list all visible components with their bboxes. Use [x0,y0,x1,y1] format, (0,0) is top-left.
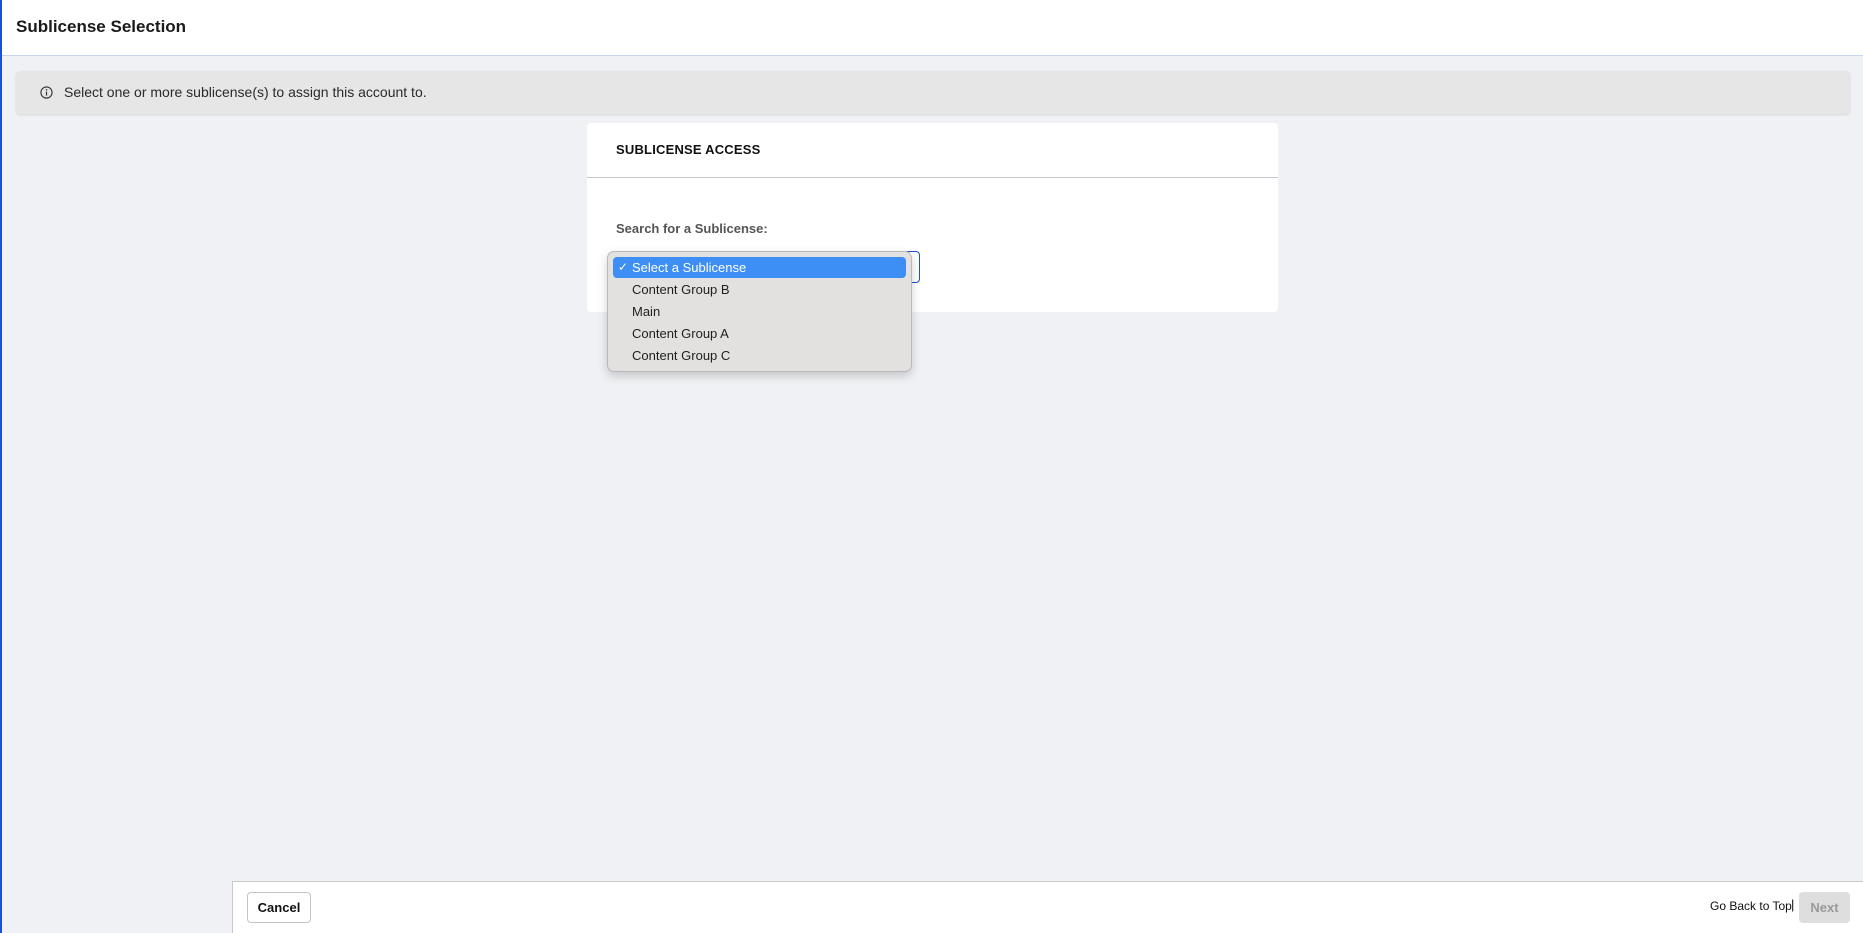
option-label: Main [632,304,661,319]
info-icon [40,86,53,99]
sublicense-dropdown-menu: ✓ Select a Sublicense Content Group B Ma… [607,251,912,372]
dropdown-option-main[interactable]: Main [613,301,906,322]
dropdown-option-select-a-sublicense[interactable]: ✓ Select a Sublicense [613,257,906,278]
go-back-to-top-link[interactable]: Go Back to Top [1710,899,1792,913]
option-label: Select a Sublicense [632,260,747,275]
option-label: Content Group B [632,282,730,297]
footer-action-bar: Cancel Go Back to Top | Next [232,881,1863,933]
page-header: Sublicense Selection [2,0,1863,56]
info-banner-text: Select one or more sublicense(s) to assi… [64,84,427,100]
left-accent-bar [0,0,2,933]
dropdown-option-content-group-b[interactable]: Content Group B [613,279,906,300]
option-label: Content Group A [632,326,729,341]
checkmark-icon: ✓ [618,260,629,274]
footer-separator: | [1791,897,1795,912]
option-label: Content Group C [632,348,731,363]
next-button[interactable]: Next [1799,892,1850,923]
info-banner: Select one or more sublicense(s) to assi… [16,71,1850,114]
cancel-button[interactable]: Cancel [247,892,311,923]
page-title: Sublicense Selection [16,17,187,36]
search-sublicense-label: Search for a Sublicense: [616,221,768,236]
dropdown-option-content-group-a[interactable]: Content Group A [613,323,906,344]
card-title: SUBLICENSE ACCESS [616,142,761,157]
card-header: SUBLICENSE ACCESS [587,123,1278,178]
dropdown-option-content-group-c[interactable]: Content Group C [613,345,906,366]
app-window: Sublicense Selection Select one or more … [0,0,1863,933]
